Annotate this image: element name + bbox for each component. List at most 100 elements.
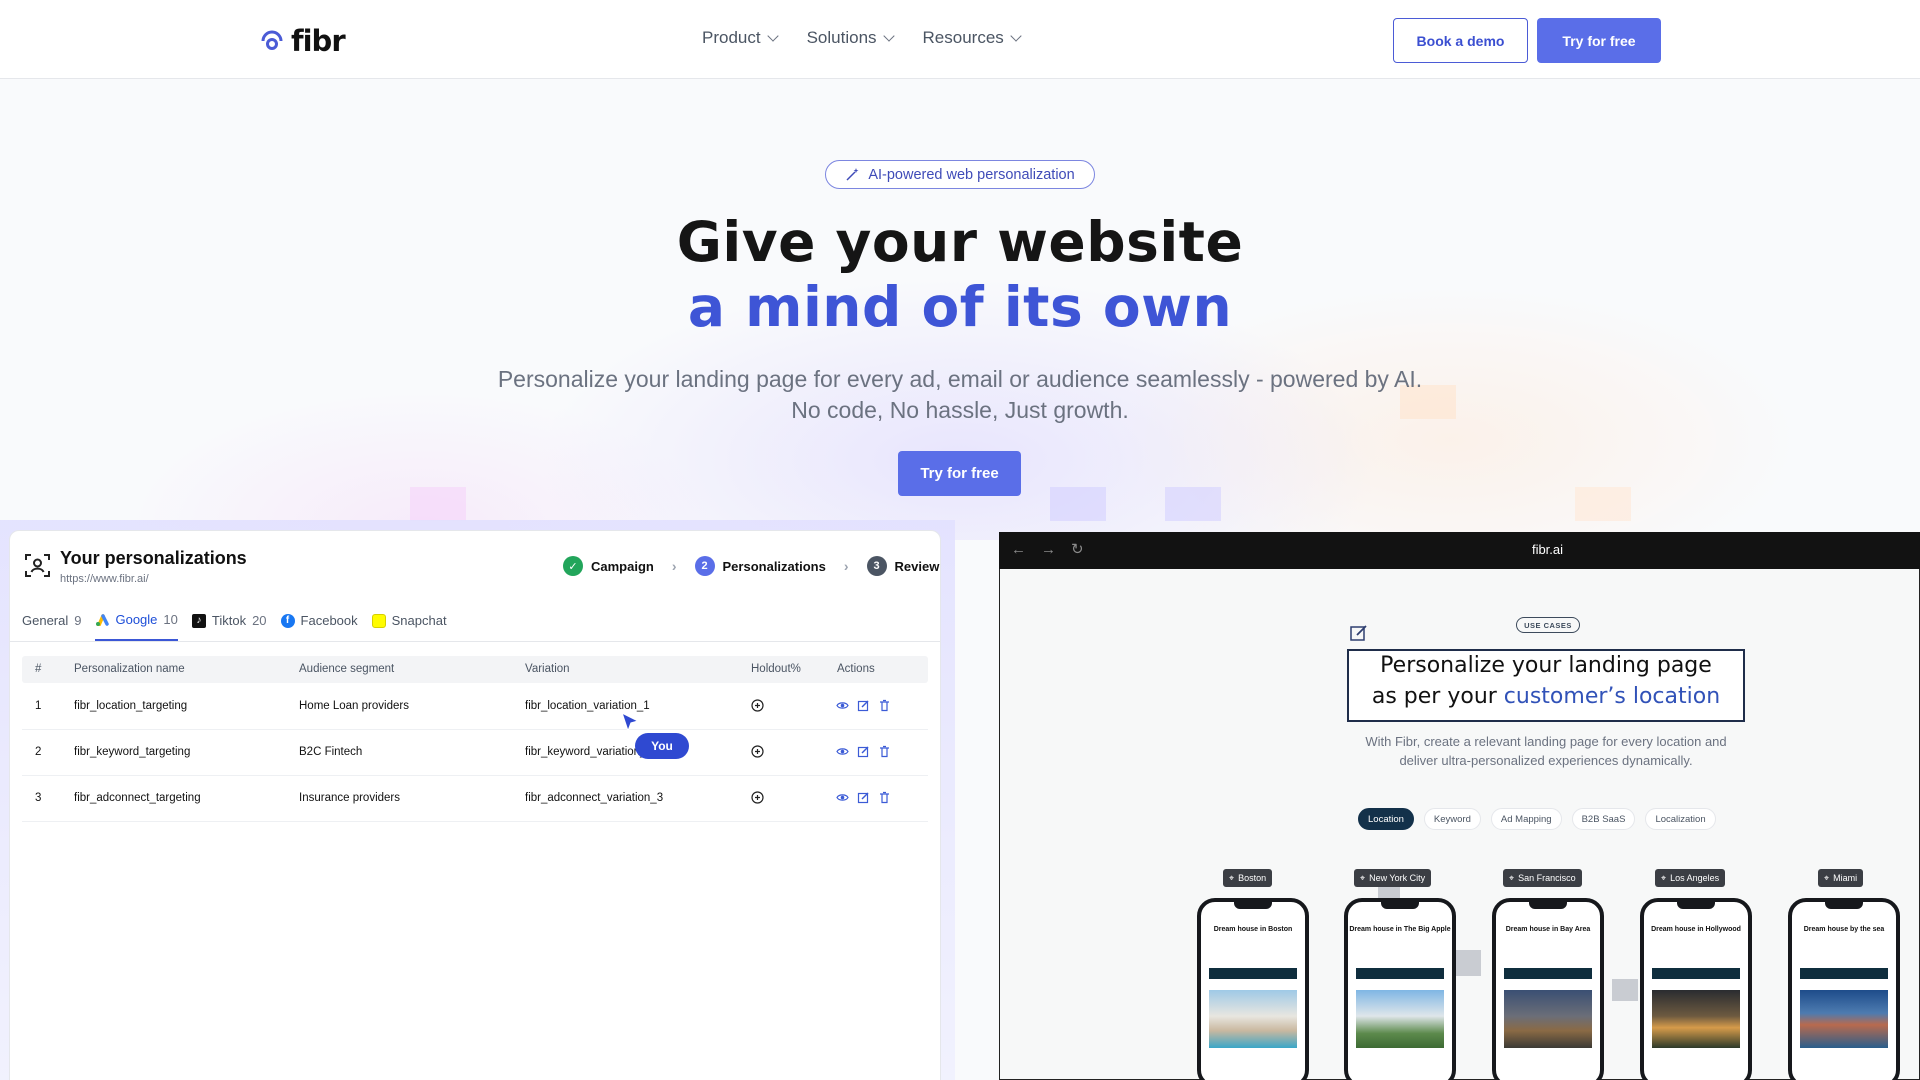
nav-solutions[interactable]: Solutions <box>807 28 895 48</box>
col-actions: Actions <box>837 663 875 675</box>
magic-wand-icon <box>846 168 859 181</box>
table-row[interactable]: 3 fibr_adconnect_targeting Insurance pro… <box>22 776 928 822</box>
phone-title: Dream house by the sea <box>1803 926 1885 933</box>
view-icon[interactable] <box>836 745 849 761</box>
decor-square <box>1455 950 1481 976</box>
row-name: fibr_keyword_targeting <box>74 746 191 758</box>
location-tag-label: Los Angeles <box>1670 873 1720 883</box>
house-image <box>1652 990 1740 1048</box>
nav-product[interactable]: Product <box>702 28 779 48</box>
hero-subtitle-2: No code, No hassle, Just growth. <box>791 397 1129 423</box>
holdout-add-icon[interactable] <box>751 699 764 715</box>
browser-preview <box>999 532 1920 1080</box>
chip-b2b-saas[interactable]: B2B SaaS <box>1571 808 1636 830</box>
tab-snapchat[interactable]: Snapchat <box>371 612 447 641</box>
top-nav: fibr Product Solutions Resources Book a … <box>0 0 1920 79</box>
reload-icon[interactable]: ↻ <box>1071 540 1084 558</box>
user-scan-icon <box>25 554 50 577</box>
fibr-logo[interactable]: fibr <box>259 24 346 58</box>
nav-resources[interactable]: Resources <box>923 28 1022 48</box>
tab-general[interactable]: General 9 <box>22 612 81 641</box>
pin-icon: ⌖ <box>1360 872 1366 883</box>
stepper: ✓ Campaign › 2 Personalizations › 3 Revi… <box>563 556 939 576</box>
table-row[interactable]: 1 fibr_location_targeting Home Loan prov… <box>22 684 928 730</box>
cursor-arrow-icon <box>620 711 640 733</box>
check-icon: ✓ <box>563 556 583 576</box>
edit-icon[interactable] <box>857 791 870 807</box>
phone-cta-bar <box>1356 968 1444 979</box>
forward-arrow-icon[interactable]: → <box>1041 541 1056 558</box>
location-tag-boston: ⌖ Boston <box>1223 869 1273 887</box>
chip-ad-mapping[interactable]: Ad Mapping <box>1490 808 1562 830</box>
col-variation: Variation <box>525 663 570 675</box>
house-image <box>1800 990 1888 1048</box>
personalizations-title: Your personalizations <box>60 548 247 568</box>
house-image <box>1504 990 1592 1048</box>
tab-facebook[interactable]: f Facebook <box>280 612 358 641</box>
phone-mockup: Dream house in The Big Apple <box>1344 898 1456 1080</box>
edit-icon[interactable] <box>857 699 870 715</box>
back-arrow-icon[interactable]: ← <box>1011 541 1026 558</box>
tab-google[interactable]: Google 10 <box>95 612 178 641</box>
col-name: Personalization name <box>74 663 185 675</box>
house-image <box>1356 990 1444 1048</box>
decor-square <box>1165 487 1221 521</box>
table-row[interactable]: 2 fibr_keyword_targeting B2C Fintech fib… <box>22 730 928 776</box>
step-personalizations[interactable]: Personalizations <box>723 559 826 574</box>
phone-notch <box>1234 902 1272 909</box>
chevron-down-icon <box>882 30 895 42</box>
step-campaign[interactable]: Campaign <box>591 559 654 574</box>
holdout-add-icon[interactable] <box>751 791 764 807</box>
ai-personalization-pill: AI-powered web personalization <box>825 160 1095 189</box>
fibr-logo-icon <box>261 30 283 50</box>
step-review[interactable]: Review <box>895 559 940 574</box>
preview-heading-2-prefix: as per your <box>1371 684 1504 709</box>
try-free-nav-button[interactable]: Try for free <box>1537 18 1661 63</box>
phone-cta-bar <box>1800 968 1888 979</box>
view-icon[interactable] <box>836 699 849 715</box>
try-free-hero-button[interactable]: Try for free <box>898 451 1021 496</box>
tiktok-icon: ♪ <box>191 613 206 628</box>
edit-icon[interactable] <box>857 745 870 761</box>
location-tag-miami: ⌖ Miami <box>1818 869 1864 887</box>
use-cases-badge: USE CASES <box>1516 617 1580 633</box>
preview-desc-1: With Fibr, create a relevant landing pag… <box>1365 734 1727 749</box>
tabs-divider <box>10 641 940 642</box>
col-number: # <box>35 663 42 675</box>
delete-icon[interactable] <box>878 791 891 807</box>
book-demo-button[interactable]: Book a demo <box>1393 18 1528 63</box>
delete-icon[interactable] <box>878 699 891 715</box>
phone-notch <box>1381 902 1419 909</box>
row-variation: fibr_keyword_variation_2 <box>525 746 653 758</box>
personalizations-url: https://www.fibr.ai/ <box>60 573 149 585</box>
phone-mockup: Dream house by the sea <box>1788 898 1900 1080</box>
row-segment: Home Loan providers <box>299 700 409 712</box>
nav-product-label: Product <box>702 28 761 47</box>
pin-icon: ⌖ <box>1229 872 1235 883</box>
edit-square-icon <box>1350 625 1367 641</box>
row-number: 1 <box>35 700 42 712</box>
preview-heading-1: Personalize your landing page <box>1380 653 1712 678</box>
you-cursor-label: You <box>635 733 689 759</box>
chevron-down-icon <box>1010 30 1022 42</box>
tab-general-label: General <box>22 613 69 628</box>
holdout-add-icon[interactable] <box>751 745 764 761</box>
location-tag-label: Boston <box>1238 873 1267 883</box>
delete-icon[interactable] <box>878 745 891 761</box>
chip-location[interactable]: Location <box>1358 808 1414 830</box>
tab-tiktok[interactable]: ♪ Tiktok 20 <box>191 612 267 641</box>
tab-google-label: Google <box>115 612 158 627</box>
view-icon[interactable] <box>836 791 849 807</box>
pin-icon: ⌖ <box>1509 872 1515 883</box>
chevron-down-icon <box>766 30 779 42</box>
tab-tiktok-label: Tiktok <box>211 613 247 628</box>
table-header: # Personalization name Audience segment … <box>22 656 928 683</box>
phone-mockup: Dream house in Hollywood <box>1640 898 1752 1080</box>
decor-square <box>1050 487 1106 521</box>
chip-localization[interactable]: Localization <box>1645 808 1716 830</box>
nav-menu: Product Solutions Resources <box>702 28 1022 48</box>
chip-keyword[interactable]: Keyword <box>1423 808 1481 830</box>
location-tag-label: New York City <box>1369 873 1426 883</box>
location-tag-la: ⌖ Los Angeles <box>1655 869 1726 887</box>
col-segment: Audience segment <box>299 663 395 675</box>
